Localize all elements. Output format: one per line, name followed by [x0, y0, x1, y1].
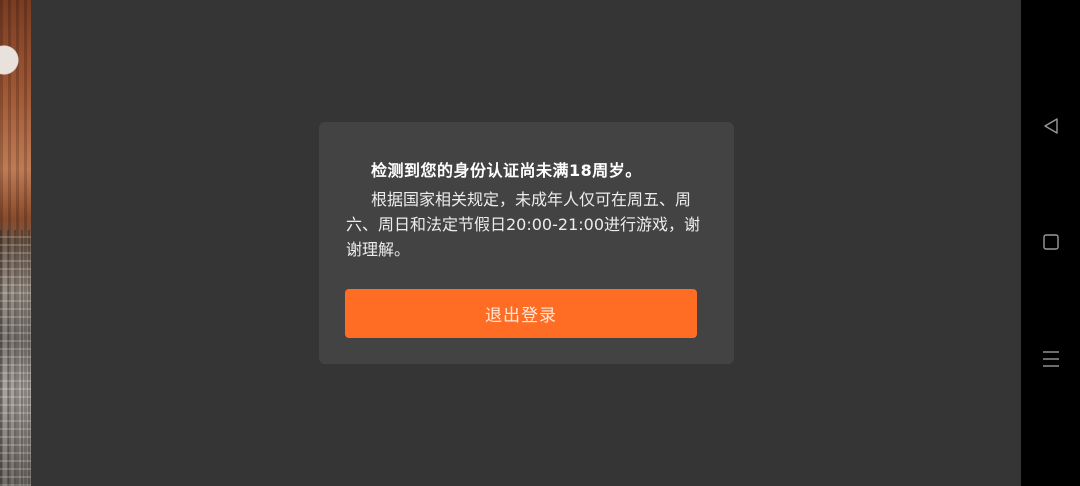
nav-back-button[interactable] [1021, 106, 1080, 146]
dialog-title: 检测到您的身份认证尚未满18周岁。 [371, 161, 642, 180]
logout-button[interactable]: 退出登录 [345, 289, 697, 338]
back-triangle-icon [1043, 118, 1058, 134]
nav-home-button[interactable] [1021, 222, 1080, 262]
screen: 检测到您的身份认证尚未满18周岁。 根据国家相关规定，未成年人仅可在周五、周六、… [0, 0, 1080, 486]
system-navigation-bar [1021, 0, 1080, 486]
nav-recents-button[interactable] [1021, 339, 1080, 379]
menu-lines-icon [1042, 351, 1059, 367]
age-verification-dialog: 检测到您的身份认证尚未满18周岁。 根据国家相关规定，未成年人仅可在周五、周六、… [319, 122, 734, 364]
dialog-message: 根据国家相关规定，未成年人仅可在周五、周六、周日和法定节假日20:00-21:0… [346, 190, 700, 259]
home-square-icon [1042, 234, 1059, 250]
